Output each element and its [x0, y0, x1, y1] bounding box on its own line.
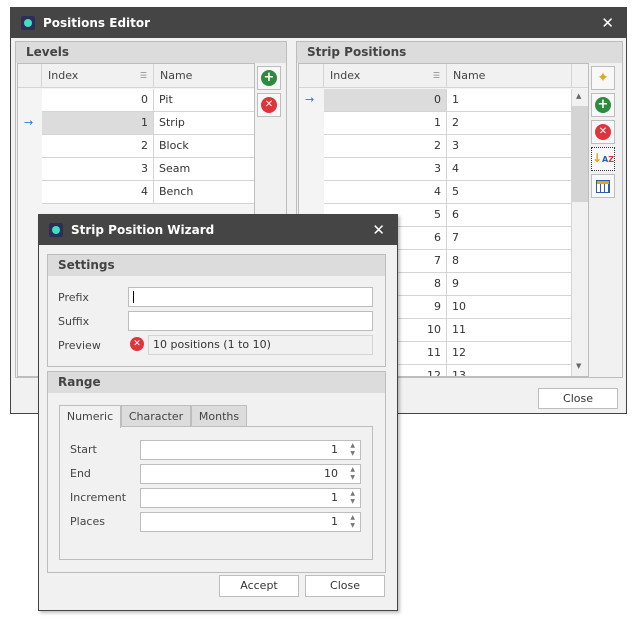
index-cell[interactable]: 4	[324, 181, 447, 204]
table-edit-icon	[596, 179, 610, 193]
name-cell[interactable]: 5	[447, 181, 572, 204]
index-cell[interactable]: 3	[42, 158, 154, 181]
index-cell[interactable]: 2	[42, 135, 154, 158]
increment-spinner[interactable]: 1 ▲ ▼	[140, 488, 361, 508]
close-icon[interactable]: ✕	[601, 14, 614, 32]
places-spinner[interactable]: 1 ▲ ▼	[140, 512, 361, 532]
spin-arrows-icon[interactable]: ▲ ▼	[350, 514, 355, 530]
tab-character[interactable]: Character	[121, 405, 191, 427]
column-header-name[interactable]: Name	[154, 64, 254, 88]
delete-icon: ✕	[595, 124, 611, 140]
spin-arrows-icon[interactable]: ▲ ▼	[350, 466, 355, 482]
name-cell[interactable]: 1	[447, 89, 572, 112]
name-cell[interactable]: 8	[447, 250, 572, 273]
prefix-label: Prefix	[58, 291, 89, 304]
suffix-label: Suffix	[58, 315, 90, 328]
tab-months[interactable]: Months	[191, 405, 247, 427]
tab-numeric[interactable]: Numeric	[59, 405, 121, 428]
sort-icon: ☰	[432, 71, 440, 80]
name-cell[interactable]: 3	[447, 135, 572, 158]
field-label: Start	[70, 443, 97, 456]
wizard-close-button[interactable]: Close	[305, 575, 385, 597]
name-cell[interactable]: Block	[154, 135, 254, 158]
scrollbar-header	[572, 64, 588, 88]
name-cell[interactable]: 7	[447, 227, 572, 250]
column-header-name[interactable]: Name	[447, 64, 572, 88]
spin-arrows-icon[interactable]: ▲ ▼	[350, 442, 355, 458]
wizard-title: Strip Position Wizard	[71, 223, 215, 237]
spinner-value[interactable]: 1	[331, 491, 338, 504]
field-label: Increment	[70, 491, 127, 504]
scroll-up-icon[interactable]: ▲	[576, 92, 581, 100]
spinner-value[interactable]: 10	[324, 467, 338, 480]
delete-level-button[interactable]: ✕	[257, 93, 281, 117]
magic-wand-icon: ✦	[597, 70, 609, 86]
spinner-value[interactable]: 1	[331, 515, 338, 528]
field-label: End	[70, 467, 91, 480]
strip-positions-title: Strip Positions	[297, 42, 622, 63]
name-cell[interactable]: 13	[447, 365, 572, 376]
prefix-input[interactable]	[128, 287, 373, 307]
name-cell[interactable]: 4	[447, 158, 572, 181]
delete-icon: ✕	[261, 97, 277, 113]
indicator-header	[18, 64, 42, 88]
add-icon: +	[595, 97, 611, 113]
index-cell[interactable]: 2	[324, 135, 447, 158]
wizard-title-bar: Strip Position Wizard ✕	[39, 215, 397, 245]
name-cell[interactable]: Pit	[154, 89, 254, 112]
name-cell[interactable]: Seam	[154, 158, 254, 181]
app-logo-icon	[21, 16, 35, 30]
sort-az-icon: ↓AZ	[591, 151, 615, 165]
name-cell[interactable]: 9	[447, 273, 572, 296]
vertical-scrollbar[interactable]: ▲ ▼	[572, 89, 588, 376]
edit-grid-button[interactable]	[591, 174, 615, 198]
title-bar: Positions Editor ✕	[11, 8, 626, 38]
add-position-button[interactable]: +	[591, 93, 615, 117]
index-cell[interactable]: 1	[42, 112, 154, 135]
name-cell[interactable]: 11	[447, 319, 572, 342]
range-title: Range	[48, 372, 385, 393]
name-cell[interactable]: 2	[447, 112, 572, 135]
scroll-thumb[interactable]	[572, 106, 588, 202]
preview-label: Preview	[58, 339, 101, 352]
sort-icon: ☰	[139, 71, 147, 80]
scroll-down-icon[interactable]: ▼	[576, 362, 581, 370]
index-cell[interactable]: 1	[324, 112, 447, 135]
index-cell[interactable]: 4	[42, 181, 154, 204]
close-icon[interactable]: ✕	[372, 221, 385, 239]
preview-value: 10 positions (1 to 10)	[148, 335, 373, 355]
settings-title: Settings	[48, 255, 385, 276]
name-cell[interactable]: 6	[447, 204, 572, 227]
name-cell[interactable]: Bench	[154, 181, 254, 204]
field-label: Places	[70, 515, 105, 528]
row-indicator-icon: →	[24, 116, 34, 129]
start-spinner[interactable]: 1 ▲ ▼	[140, 440, 361, 460]
add-icon: +	[261, 70, 277, 86]
levels-title: Levels	[16, 42, 286, 63]
column-header-index[interactable]: Index ☰	[324, 64, 447, 88]
index-cell[interactable]: 0	[324, 89, 447, 112]
row-indicator-icon: →	[305, 93, 315, 106]
suffix-input[interactable]	[128, 311, 373, 331]
add-level-button[interactable]: +	[257, 66, 281, 90]
spinner-value[interactable]: 1	[331, 443, 338, 456]
name-cell[interactable]: 12	[447, 342, 572, 365]
wizard-button[interactable]: ✦	[591, 66, 615, 90]
error-icon: ✕	[130, 337, 144, 351]
delete-position-button[interactable]: ✕	[591, 120, 615, 144]
index-cell[interactable]: 0	[42, 89, 154, 112]
spin-arrows-icon[interactable]: ▲ ▼	[350, 490, 355, 506]
window-title: Positions Editor	[43, 16, 151, 30]
sort-button[interactable]: ↓AZ	[591, 147, 615, 171]
column-header-index[interactable]: Index ☰	[42, 64, 154, 88]
close-button[interactable]: Close	[538, 388, 618, 409]
name-cell[interactable]: 10	[447, 296, 572, 319]
name-cell[interactable]: Strip	[154, 112, 254, 135]
index-cell[interactable]: 3	[324, 158, 447, 181]
end-spinner[interactable]: 10 ▲ ▼	[140, 464, 361, 484]
accept-button[interactable]: Accept	[219, 575, 299, 597]
indicator-header	[299, 64, 324, 88]
app-logo-icon	[49, 223, 63, 237]
